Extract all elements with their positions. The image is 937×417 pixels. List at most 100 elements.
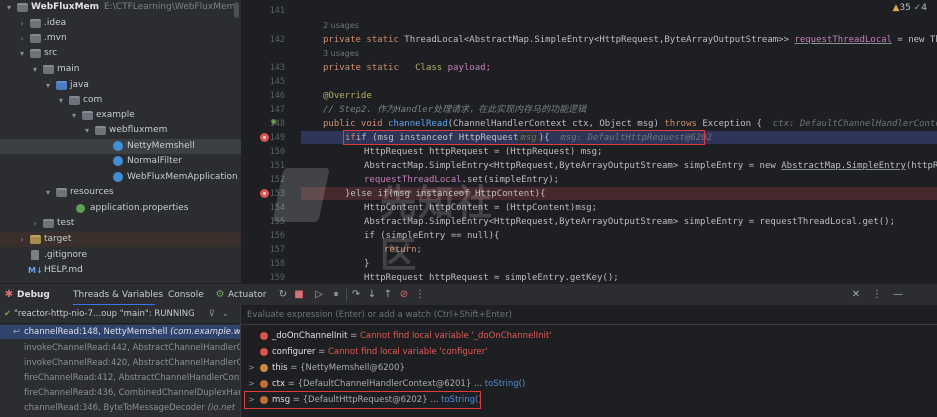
resume-icon[interactable]: ▷ bbox=[313, 289, 325, 301]
breakpoint-icon[interactable] bbox=[260, 189, 269, 198]
chevron-down-icon[interactable]: ▾ bbox=[82, 123, 92, 138]
chevron-down-icon[interactable]: ▾ bbox=[17, 46, 27, 61]
step-into-icon[interactable]: ↓ bbox=[366, 289, 378, 301]
stack-frame[interactable]: invokeChannelRead:420, AbstractChannelHa… bbox=[0, 356, 240, 370]
usages-hint[interactable]: 2 usages bbox=[323, 20, 359, 32]
folder-icon bbox=[43, 65, 54, 74]
view-breakpoints-icon[interactable]: ⊘ bbox=[398, 289, 410, 301]
source-folder-icon bbox=[56, 81, 67, 90]
stop-icon[interactable]: ■ bbox=[293, 289, 305, 301]
tree-item-src[interactable]: ▾ src bbox=[0, 46, 241, 61]
stack-frame[interactable]: fireChannelRead:436, CombinedChannelDupl… bbox=[0, 386, 240, 400]
tab-console[interactable]: Console bbox=[168, 284, 204, 306]
code-line-156[interactable]: if (simpleEntry == null){ bbox=[364, 230, 499, 242]
stack-frame[interactable]: ↩ channelRead:148, NettyMemshell (com.ex… bbox=[0, 325, 240, 339]
tree-item-webfluxmem[interactable]: ▾ webfluxmem bbox=[0, 123, 241, 138]
rerun-icon[interactable]: ↻ bbox=[277, 289, 289, 301]
evaluate-expression-input[interactable]: Evaluate expression (Enter) or add a wat… bbox=[241, 305, 937, 325]
override-marker-icon[interactable]: ◉ bbox=[271, 117, 276, 127]
step-over-icon[interactable]: ↷ bbox=[350, 289, 362, 301]
code-line-153[interactable]: }else if(msg instanceof HttpContent){ bbox=[345, 188, 545, 200]
code-line-157[interactable]: return; bbox=[384, 244, 422, 256]
debug-tool-title[interactable]: Debug bbox=[17, 284, 50, 306]
variable-row[interactable]: > this = {NettyMemshell@6200} bbox=[241, 361, 937, 375]
code-line-147[interactable]: // Step2. 作为Handler处理请求，在此实现内存马的功能逻辑 bbox=[323, 104, 586, 116]
highlight-box bbox=[244, 391, 481, 409]
more-icon[interactable]: ⋮ bbox=[871, 289, 883, 301]
code-line-148[interactable]: public void channelRead(ChannelHandlerCo… bbox=[323, 118, 937, 130]
error-icon bbox=[260, 332, 268, 340]
code-line-155[interactable]: AbstractMap.SimpleEntry<HttpRequest,Byte… bbox=[364, 216, 895, 228]
chevron-right-icon[interactable]: › bbox=[17, 232, 27, 247]
code-line-151[interactable]: AbstractMap.SimpleEntry<HttpRequest,Byte… bbox=[364, 160, 937, 172]
code-line-154[interactable]: HttpContent httpContent = (HttpContent)m… bbox=[364, 202, 597, 214]
folder-icon bbox=[30, 34, 41, 43]
folder-icon bbox=[43, 219, 54, 228]
chevron-right-icon[interactable]: > bbox=[248, 377, 255, 391]
chevron-down-icon[interactable]: ▾ bbox=[30, 62, 40, 77]
package-icon bbox=[95, 126, 106, 135]
excluded-folder-icon bbox=[30, 235, 41, 244]
tree-item-mvn[interactable]: › .mvn bbox=[0, 31, 241, 46]
line-number: 147 bbox=[269, 105, 285, 115]
chevron-down-icon[interactable]: ▾ bbox=[56, 93, 66, 108]
editor-gutter[interactable]: 141 142 143 145 146 147 148 149 150 151 … bbox=[241, 0, 301, 283]
mute-breakpoints-icon[interactable]: ⋮ bbox=[414, 289, 426, 301]
code-line-150[interactable]: HttpRequest httpRequest = (HttpRequest) … bbox=[364, 146, 602, 158]
package-icon bbox=[69, 96, 80, 105]
tree-item-nettymemshell[interactable]: NettyMemshell bbox=[0, 139, 241, 154]
line-number: 158 bbox=[269, 259, 285, 269]
code-line-142[interactable]: private static ThreadLocal<AbstractMap.S… bbox=[323, 34, 937, 46]
chevron-down-icon[interactable]: ▾ bbox=[69, 108, 79, 123]
tab-actuator[interactable]: Actuator bbox=[228, 284, 266, 306]
tree-item-target[interactable]: › target bbox=[0, 232, 241, 247]
code-line-146[interactable]: @Override bbox=[323, 90, 372, 102]
tree-root[interactable]: ▾ WebFluxMem E:\CTFLearning\WebFluxMem bbox=[0, 0, 241, 15]
filter-icon[interactable]: ⊽ bbox=[209, 309, 222, 319]
stack-frame[interactable]: channelRead:346, ByteToMessageDecoder (i… bbox=[0, 401, 240, 415]
tree-item-test[interactable]: › test bbox=[0, 216, 241, 231]
variable-row[interactable]: _doOnChannelInit = Cannot find local var… bbox=[241, 329, 937, 343]
tree-item-main[interactable]: ▾ main bbox=[0, 62, 241, 77]
tab-threads-variables[interactable]: Threads & Variables bbox=[73, 284, 163, 306]
tree-item-com[interactable]: ▾ com bbox=[0, 93, 241, 108]
code-line-152[interactable]: requestThreadLocal.set(simpleEntry); bbox=[364, 174, 559, 186]
chevron-right-icon[interactable]: > bbox=[248, 361, 255, 375]
chevron-down-icon[interactable]: ▾ bbox=[43, 78, 53, 93]
variable-row[interactable]: > ctx = {DefaultChannelHandlerContext@62… bbox=[241, 377, 937, 391]
code-line-159[interactable]: HttpRequest httpRequest = simpleEntry.ge… bbox=[364, 272, 619, 283]
inspection-widget[interactable]: ▲35 ✓4 bbox=[892, 3, 927, 13]
breakpoint-icon[interactable] bbox=[260, 133, 269, 142]
tostring-link[interactable]: toString() bbox=[485, 379, 526, 389]
tree-item-application-properties[interactable]: application.properties bbox=[0, 201, 241, 216]
usages-hint[interactable]: 3 usages bbox=[323, 48, 359, 60]
chevron-down-icon[interactable]: ▾ bbox=[4, 0, 14, 15]
tree-item-help-md[interactable]: M↓ HELP.md bbox=[0, 263, 241, 278]
tree-item-example[interactable]: ▾ example bbox=[0, 108, 241, 123]
chevron-right-icon[interactable]: › bbox=[17, 16, 27, 31]
code-editor[interactable]: 141 142 143 145 146 147 148 149 150 151 … bbox=[241, 0, 937, 283]
pause-icon[interactable]: ⏸ bbox=[330, 289, 342, 301]
code-line-158[interactable]: } bbox=[364, 258, 369, 270]
tree-item-normalfilter[interactable]: NormalFilter bbox=[0, 154, 241, 169]
minimize-icon[interactable]: — bbox=[892, 289, 904, 301]
tree-item-idea[interactable]: › .idea bbox=[0, 16, 241, 31]
chevron-right-icon[interactable]: › bbox=[30, 216, 40, 231]
tree-item-gitignore[interactable]: .gitignore bbox=[0, 248, 241, 263]
step-out-icon[interactable]: ↑ bbox=[382, 289, 394, 301]
chevron-down-icon[interactable]: ⌄ bbox=[222, 309, 236, 319]
code-line-143[interactable]: private static Class payload; bbox=[323, 62, 491, 74]
stack-frame[interactable]: invokeChannelRead:442, AbstractChannelHa… bbox=[0, 341, 240, 355]
tree-item-resources[interactable]: ▾ resources bbox=[0, 185, 241, 200]
tree-item-webfluxmemapplication[interactable]: WebFluxMemApplication bbox=[0, 170, 241, 185]
stack-frame[interactable]: fireChannelRead:412, AbstractChannelHand… bbox=[0, 371, 240, 385]
tree-item-java[interactable]: ▾ java bbox=[0, 78, 241, 93]
thread-selector[interactable]: ✔ "reactor-http-nio-7...oup "main": RUNN… bbox=[0, 305, 240, 324]
tree-scrollbar[interactable] bbox=[234, 2, 239, 18]
variable-row[interactable]: configurer = Cannot find local variable … bbox=[241, 345, 937, 359]
thread-selector-label: "reactor-http-nio-7...oup "main": RUNNIN… bbox=[14, 309, 195, 319]
chevron-right-icon[interactable]: › bbox=[17, 31, 27, 46]
chevron-down-icon[interactable]: ▾ bbox=[43, 185, 53, 200]
close-icon[interactable]: ✕ bbox=[850, 289, 862, 301]
markdown-icon: M↓ bbox=[28, 266, 43, 275]
